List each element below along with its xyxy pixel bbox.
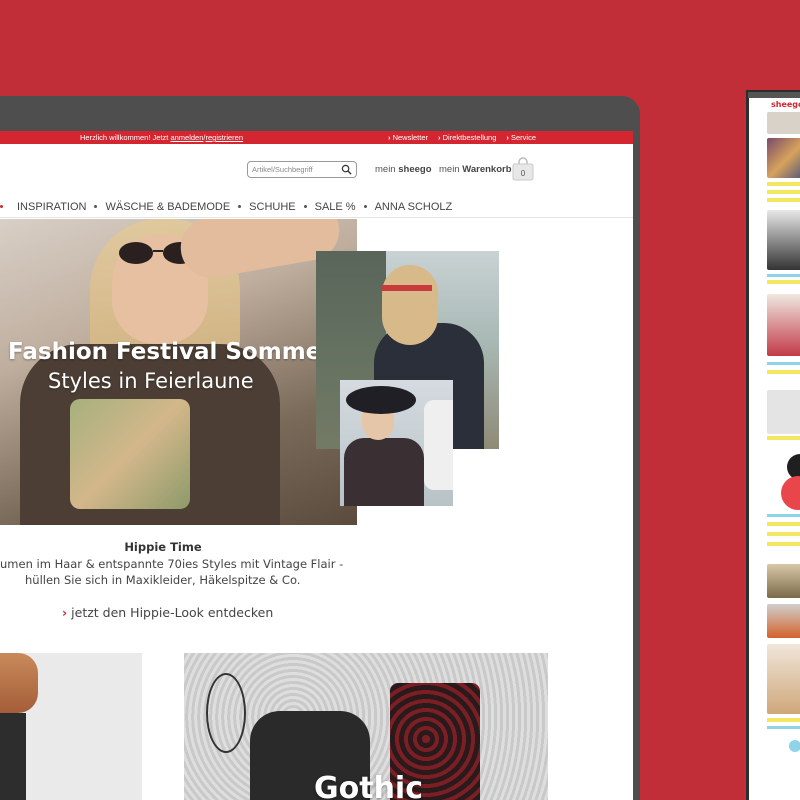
teaser-title: Hippie Time bbox=[124, 540, 202, 554]
shopping-bag-icon[interactable]: 0 bbox=[512, 157, 534, 181]
mobile-strip bbox=[767, 370, 800, 374]
tile-model-dress bbox=[0, 713, 26, 800]
mobile-image bbox=[767, 390, 800, 434]
mobile-strip bbox=[767, 280, 800, 284]
mobile-circle bbox=[781, 476, 800, 510]
service-link[interactable]: Service bbox=[506, 131, 536, 144]
tile-model-hair bbox=[0, 653, 38, 713]
photo-model-body bbox=[344, 438, 424, 506]
welcome-prefix: Herzlich willkommen! Jetzt bbox=[80, 133, 169, 142]
account-prefix: mein bbox=[375, 164, 396, 175]
cart-count: 0 bbox=[521, 169, 526, 178]
nav-item-lingerie[interactable]: WÄSCHE & BADEMODE bbox=[97, 201, 238, 213]
mobile-strip bbox=[767, 532, 800, 536]
search-input[interactable]: Artikel/Suchbegriff bbox=[247, 161, 357, 178]
account-link[interactable]: mein sheego bbox=[375, 164, 432, 175]
register-link[interactable]: registrieren bbox=[206, 133, 244, 142]
mobile-strip bbox=[767, 522, 800, 526]
hat-graphic bbox=[346, 386, 416, 414]
mobile-text-line bbox=[767, 274, 800, 277]
top-bar: Herzlich willkommen! Jetzt anmelden/regi… bbox=[0, 131, 633, 144]
hero-shirt-print bbox=[70, 399, 190, 509]
mobile-image bbox=[767, 604, 800, 638]
mobile-image bbox=[767, 210, 800, 270]
chevron-right-icon: › bbox=[62, 605, 68, 620]
mobile-image bbox=[767, 644, 800, 714]
mobile-page: sheego bbox=[749, 98, 800, 800]
hero-subtitle: Styles in Feierlaune bbox=[48, 369, 254, 393]
mobile-text-line bbox=[767, 726, 800, 729]
photo-model-hair bbox=[382, 265, 438, 345]
mobile-strip bbox=[767, 190, 800, 194]
product-tile-gothic[interactable]: Gothic bbox=[184, 653, 548, 800]
van-graphic bbox=[424, 400, 453, 490]
mobile-text-line bbox=[767, 514, 800, 517]
account-brand: sheego bbox=[398, 164, 432, 175]
nav-dot bbox=[0, 205, 3, 208]
nav-item-shoes[interactable]: SCHUHE bbox=[241, 201, 303, 213]
mobile-strip bbox=[767, 198, 800, 202]
login-link[interactable]: anmelden bbox=[170, 133, 203, 142]
teaser-line-1: umen im Haar & entspannte 70ies Styles m… bbox=[0, 557, 344, 571]
welcome-text: Herzlich willkommen! Jetzt anmelden/regi… bbox=[80, 131, 243, 144]
mobile-strip bbox=[767, 182, 800, 186]
teaser-text: umen im Haar & entspannte 70ies Styles m… bbox=[0, 556, 350, 588]
desktop-screen: Herzlich willkommen! Jetzt anmelden/regi… bbox=[0, 131, 633, 800]
direct-order-link[interactable]: Direktbestellung bbox=[438, 131, 497, 144]
teaser-line-2: hüllen Sie sich in Maxikleider, Häkelspi… bbox=[25, 573, 301, 587]
gothic-label: Gothic bbox=[314, 771, 423, 800]
main-nav: INSPIRATION WÄSCHE & BADEMODE SCHUHE SAL… bbox=[0, 196, 633, 218]
search-icon[interactable] bbox=[341, 164, 352, 175]
product-tile-left[interactable] bbox=[0, 653, 142, 800]
mobile-image bbox=[767, 138, 800, 178]
nav-item-inspiration[interactable]: INSPIRATION bbox=[9, 201, 94, 213]
nav-item-sale[interactable]: SALE % bbox=[307, 201, 364, 213]
service-links: Newsletter Direktbestellung Service bbox=[388, 131, 536, 144]
hero-title: Fashion Festival Sommer bbox=[8, 339, 333, 365]
necklace-graphic bbox=[206, 673, 246, 753]
mobile-strip bbox=[767, 718, 800, 722]
mobile-icon bbox=[789, 740, 800, 752]
header: Artikel/Suchbegriff mein sheego mein War… bbox=[0, 144, 633, 196]
headband-graphic bbox=[382, 285, 432, 291]
hero-photo-tertiary[interactable] bbox=[340, 380, 453, 506]
cart-label: Warenkorb bbox=[462, 164, 512, 175]
teaser-cta-label: jetzt den Hippie-Look entdecken bbox=[71, 605, 274, 620]
cart-prefix: mein bbox=[439, 164, 460, 175]
mobile-text-line bbox=[767, 362, 800, 365]
newsletter-link[interactable]: Newsletter bbox=[388, 131, 428, 144]
mobile-image bbox=[767, 564, 800, 598]
mobile-strip bbox=[767, 436, 800, 440]
hero-image[interactable]: Fashion Festival Sommer Styles in Feierl… bbox=[0, 219, 357, 525]
mobile-logo: sheego bbox=[771, 100, 800, 109]
search-placeholder: Artikel/Suchbegriff bbox=[252, 165, 313, 174]
cart-link[interactable]: mein Warenkorb bbox=[439, 164, 512, 175]
nav-item-anna-scholz[interactable]: ANNA SCHOLZ bbox=[367, 201, 461, 213]
mobile-image bbox=[767, 294, 800, 356]
teaser-cta-link[interactable]: › jetzt den Hippie-Look entdecken bbox=[62, 605, 273, 620]
mobile-image bbox=[767, 112, 800, 134]
mobile-strip bbox=[767, 542, 800, 546]
